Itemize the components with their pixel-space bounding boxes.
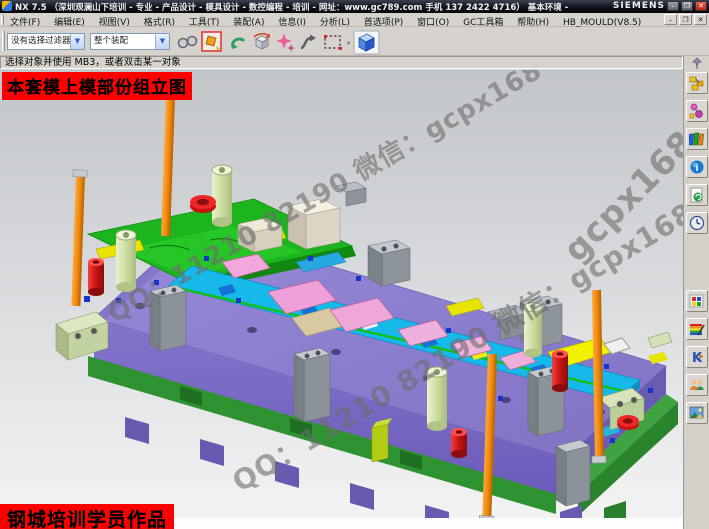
- history-icon[interactable]: [686, 212, 708, 234]
- users-icon[interactable]: [686, 374, 708, 396]
- reuse-library-icon[interactable]: [686, 184, 708, 206]
- constraint-navigator-icon[interactable]: [686, 100, 708, 122]
- cue-line: 选择对象并使用 MB3，或者双击某一对象: [0, 56, 683, 70]
- siemens-logo: SIEMENS: [613, 1, 665, 11]
- internet-explorer-icon[interactable]: i: [686, 156, 708, 178]
- nx-app-icon: [2, 1, 12, 11]
- minimize-button[interactable]: –: [667, 1, 679, 11]
- graphics-window[interactable]: QQ：11210 82190 微信：gcpx168 gcpx168 QQ：112…: [0, 70, 683, 529]
- chevron-down-icon[interactable]: ▼: [70, 34, 84, 49]
- resource-bar: i K: [683, 56, 709, 529]
- chevron-down-icon[interactable]: ▼: [155, 34, 169, 49]
- visualization-scene-icon[interactable]: K: [686, 346, 708, 368]
- menu-bar: 文件(F) 编辑(E) 视图(V) 格式(R) 工具(T) 装配(A) 信息(I…: [0, 13, 709, 27]
- child-restore-button[interactable]: ❐: [679, 14, 692, 25]
- child-minimize-button[interactable]: –: [664, 14, 677, 25]
- rectangle-select-icon[interactable]: [322, 31, 345, 54]
- curve-arrow-icon[interactable]: [297, 31, 320, 54]
- toolbar-grip[interactable]: [2, 31, 5, 51]
- title-bar: NX 7.5 （深圳观澜山下培训 - 专业 - 产品设计 - 模具设计 - 数控…: [0, 0, 709, 13]
- pin-icon[interactable]: [691, 57, 703, 69]
- point-star-icon[interactable]: [274, 31, 297, 54]
- shaded-view-icon[interactable]: [353, 29, 380, 55]
- nx-application-window: NX 7.5 （深圳观澜山下培训 - 专业 - 产品设计 - 模具设计 - 数控…: [0, 0, 709, 529]
- selection-scope-value: 整个装配: [94, 36, 128, 46]
- close-button[interactable]: ✕: [695, 1, 707, 11]
- selection-filter-value: 没有选择过滤器: [11, 36, 71, 46]
- cue-line-text: 选择对象并使用 MB3，或者双击某一对象: [0, 56, 683, 69]
- svg-text:i: i: [695, 164, 698, 174]
- menu-grip[interactable]: [1, 15, 4, 25]
- selection-scope-combo[interactable]: 整个装配 ▼: [90, 33, 170, 50]
- annotation-label-bottom: 钢城培训学员作品: [0, 504, 174, 529]
- restore-button[interactable]: ❐: [681, 1, 693, 11]
- selection-filter-combo[interactable]: 没有选择过滤器 ▼: [7, 33, 85, 50]
- window-title: NX 7.5 （深圳观澜山下培训 - 专业 - 产品设计 - 模具设计 - 数控…: [15, 1, 570, 12]
- selection-toolbar: 没有选择过滤器 ▼ 整个装配 ▼: [0, 27, 709, 56]
- assembly-navigator-icon[interactable]: [686, 72, 708, 94]
- orient-view-icon[interactable]: [250, 31, 273, 54]
- image-icon[interactable]: [686, 402, 708, 424]
- palette-icon[interactable]: [686, 290, 708, 312]
- undo-icon[interactable]: [227, 31, 250, 54]
- child-close-button[interactable]: ✕: [694, 14, 707, 25]
- svg-text:K: K: [692, 351, 703, 365]
- roles-icon[interactable]: [686, 318, 708, 340]
- annotation-label-top: 本套模上模部份组立图: [2, 72, 192, 100]
- snap-glasses-icon[interactable]: [176, 31, 199, 54]
- move-object-icon[interactable]: [201, 31, 224, 54]
- part-navigator-icon[interactable]: [686, 128, 708, 150]
